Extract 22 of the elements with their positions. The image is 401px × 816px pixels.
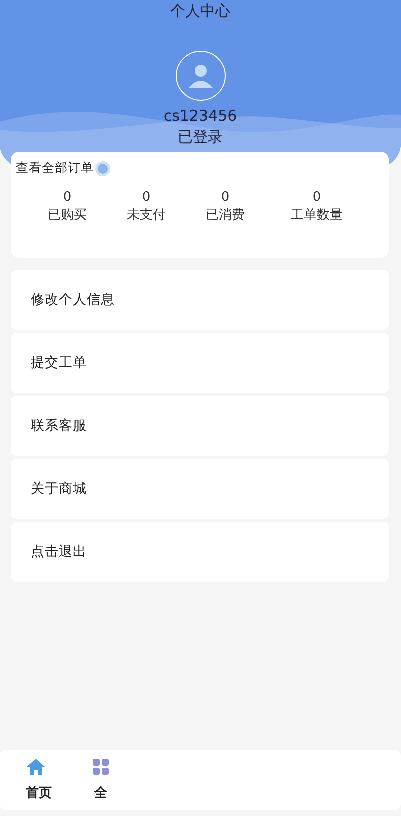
tab-item[interactable]: 全: [52, 750, 150, 810]
username: cs123456: [164, 106, 238, 126]
grid-icon: [92, 758, 110, 776]
stat-value: 0: [63, 189, 72, 207]
menu-item[interactable]: 提交工单: [11, 333, 389, 393]
stat-label[interactable]: 工单数量: [291, 207, 343, 225]
page-title: 个人中心: [170, 1, 230, 22]
avatar-icon[interactable]: [176, 51, 226, 101]
stat-value: 0: [312, 189, 322, 207]
menu-item[interactable]: 修改个人信息: [11, 270, 389, 330]
login-status: 已登录: [178, 127, 223, 148]
stat-value: 0: [142, 189, 151, 207]
menu-item[interactable]: 联系客服: [11, 396, 389, 456]
menu-item[interactable]: 点击退出: [11, 522, 389, 582]
stat-label[interactable]: 未支付: [127, 207, 166, 225]
stat-label[interactable]: 已购买: [48, 207, 87, 225]
menu-item[interactable]: 关于商城: [11, 459, 389, 519]
stat-label[interactable]: 已消费: [206, 207, 245, 225]
view-all-orders-link[interactable]: 查看全部订单: [16, 160, 94, 177]
home-icon: [26, 758, 46, 776]
stat-value: 0: [221, 189, 230, 207]
tab-item[interactable]: 首页: [0, 750, 52, 810]
